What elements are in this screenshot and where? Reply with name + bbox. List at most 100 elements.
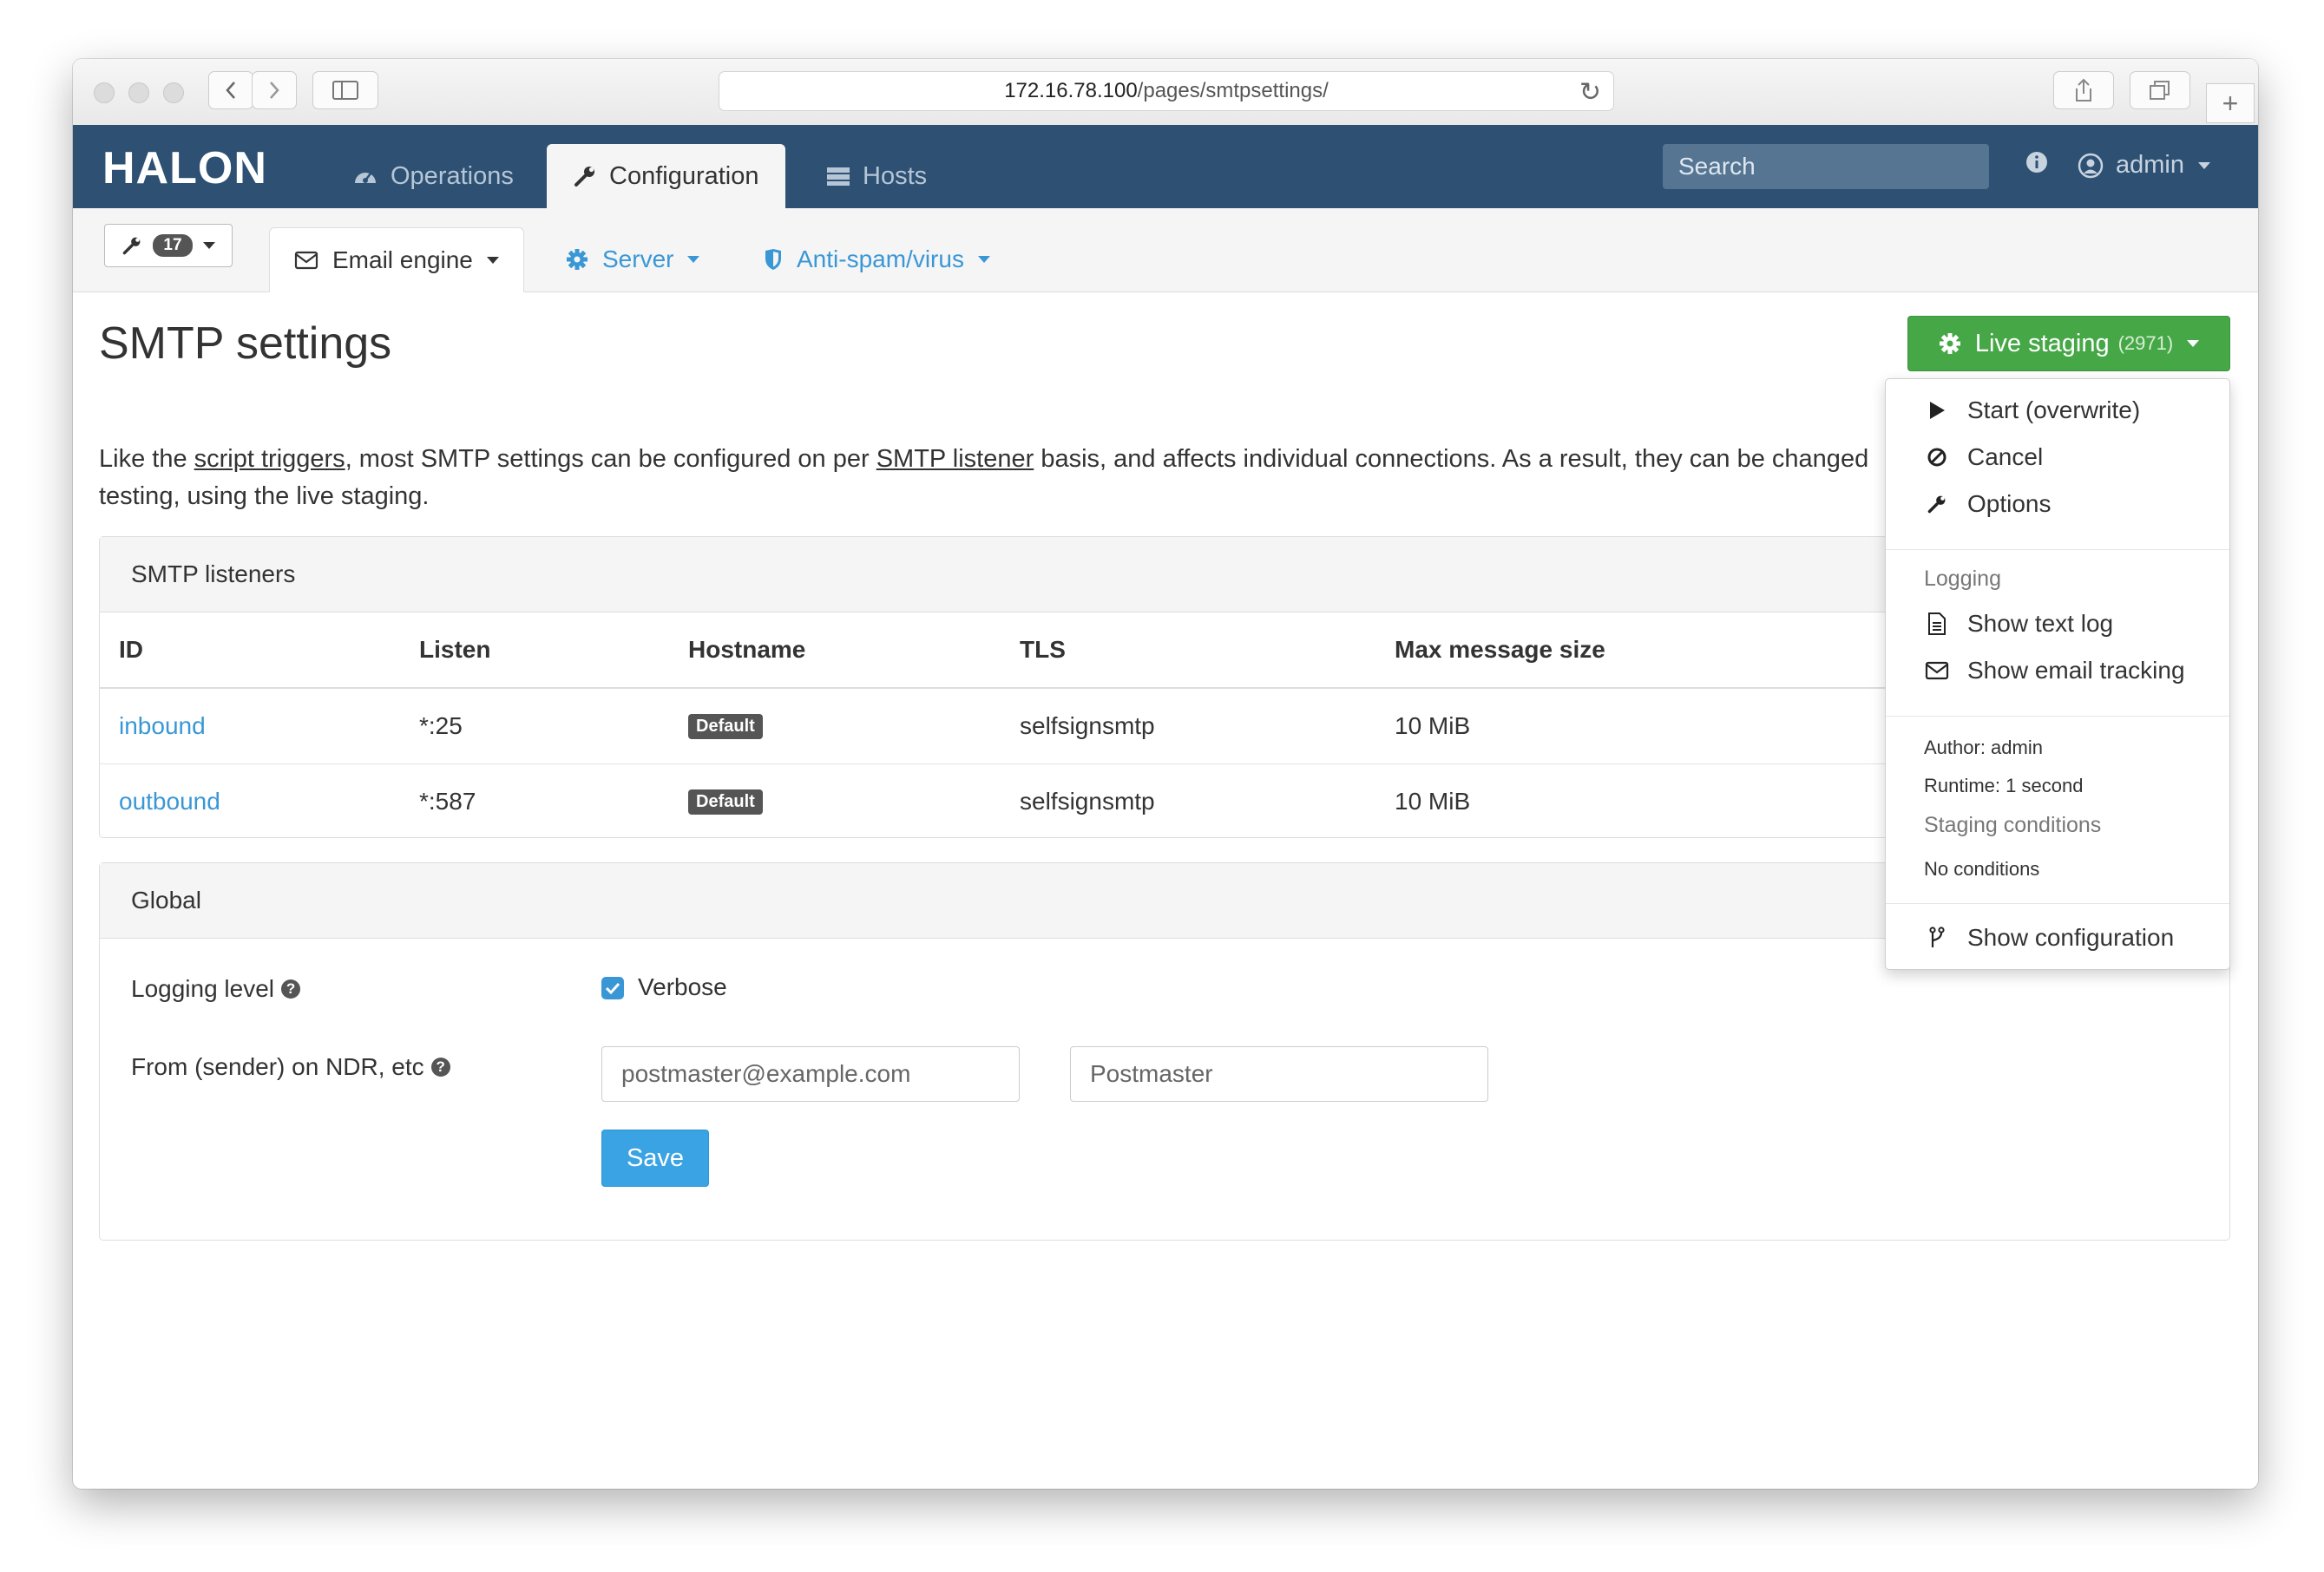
verbose-label[interactable]: Verbose	[638, 973, 727, 1001]
revision-count-badge: 17	[153, 234, 193, 257]
server-icon	[827, 167, 850, 186]
menu-item-label: Show text log	[1967, 610, 2114, 637]
menu-item-start-overwrite[interactable]: Start (overwrite)	[1924, 396, 2140, 424]
hostname-badge: Default	[688, 789, 763, 815]
wrench-icon	[574, 167, 594, 187]
reload-icon[interactable]: ↻	[1579, 77, 1601, 108]
user-icon	[2078, 153, 2104, 178]
listen-cell: *:587	[419, 788, 476, 815]
wrench-icon	[1927, 495, 1946, 514]
sub-tab-anti-spam-virus[interactable]: Anti-spam/virus	[764, 227, 990, 291]
browser-toolbar: 172.16.78.100/pages/smtpsettings/ ↻ +	[73, 59, 2258, 126]
caret-down-icon	[486, 256, 499, 264]
revision-dropdown-button[interactable]: 17	[104, 224, 233, 267]
chevron-right-icon	[270, 82, 279, 99]
menu-item-cancel[interactable]: Cancel	[1924, 443, 2043, 471]
hostname-badge: Default	[688, 713, 763, 739]
label-text: From (sender) on NDR, etc	[131, 1053, 424, 1080]
sub-tab-email-engine[interactable]: Email engine	[269, 227, 524, 292]
caret-down-icon	[977, 256, 990, 263]
forward-button[interactable]	[252, 71, 297, 109]
help-icon[interactable]: ?	[281, 979, 301, 999]
listen-cell: *:25	[419, 712, 463, 739]
sub-tab-label: Email engine	[332, 246, 473, 273]
info-button[interactable]	[2025, 151, 2048, 174]
search-input[interactable]	[1663, 144, 1989, 189]
browser-window: 172.16.78.100/pages/smtpsettings/ ↻ + HA…	[73, 59, 2258, 1489]
label-text: Logging level	[131, 975, 275, 1002]
menu-item-label: Cancel	[1967, 443, 2044, 470]
global-form: Logging level ? Verbose From (sender) on…	[100, 939, 2229, 1241]
close-window-button[interactable]	[94, 82, 115, 103]
code-fork-icon	[1929, 927, 1945, 947]
new-tab-button[interactable]: +	[2206, 83, 2255, 123]
column-header[interactable]: Listen	[419, 612, 490, 687]
envelope-icon	[1925, 661, 1949, 680]
caret-down-icon	[2198, 161, 2210, 169]
intro-text-part: testing, using the live staging.	[99, 482, 430, 510]
url-host: 172.16.78.100	[1004, 79, 1138, 102]
info-icon	[2026, 152, 2047, 173]
minimize-window-button[interactable]	[128, 82, 149, 103]
zoom-window-button[interactable]	[163, 82, 184, 103]
nav-tab-configuration[interactable]: Configuration	[547, 144, 785, 208]
sender-name-input[interactable]	[1070, 1046, 1488, 1102]
staging-runtime: Runtime: 1 second	[1924, 775, 2084, 796]
max-size-cell: 10 MiB	[1395, 788, 1471, 815]
sub-navbar: 17 Email engine Server Anti-spam/virus	[73, 208, 2258, 292]
listener-id-link[interactable]: inbound	[119, 712, 206, 740]
sub-tab-server[interactable]: Server	[566, 227, 700, 291]
staging-conditions-value: No conditions	[1924, 858, 2040, 880]
menu-item-show-text-log[interactable]: Show text log	[1924, 610, 2113, 638]
tls-cell: selfsignsmtp	[1020, 712, 1155, 739]
menu-header-staging-conditions: Staging conditions	[1924, 813, 2102, 837]
share-button[interactable]	[2053, 71, 2114, 109]
save-button[interactable]: Save	[601, 1130, 709, 1187]
document-icon	[1928, 612, 1946, 635]
menu-item-label: Options	[1967, 490, 2052, 517]
sender-email-input[interactable]	[601, 1046, 1020, 1102]
help-icon[interactable]: ?	[430, 1058, 450, 1077]
live-staging-button[interactable]: Live staging (2971)	[1907, 316, 2230, 371]
script-triggers-link[interactable]: script triggers	[194, 445, 345, 473]
menu-item-show-email-tracking[interactable]: Show email tracking	[1924, 657, 2185, 684]
nav-tab-hosts[interactable]: Hosts	[826, 144, 927, 208]
live-staging-menu: Start (overwrite) Cancel Options Logging…	[1885, 378, 2230, 970]
user-menu[interactable]: admin	[2078, 151, 2210, 180]
caret-down-icon	[687, 256, 700, 263]
page-title: SMTP settings	[99, 318, 392, 369]
sub-tab-label: Server	[602, 246, 674, 272]
menu-item-options[interactable]: Options	[1924, 490, 2052, 518]
gear-icon	[1939, 333, 1960, 354]
intro-text-part: basis, and affects individual connection…	[1034, 445, 1869, 473]
column-header[interactable]: Hostname	[688, 612, 805, 687]
checkmark-icon	[605, 982, 620, 994]
live-staging-count: (2971)	[2117, 332, 2174, 354]
envelope-icon	[294, 251, 318, 269]
menu-divider	[1886, 549, 2229, 550]
halon-logo[interactable]: HALON	[102, 142, 267, 194]
staging-author: Author: admin	[1924, 737, 2043, 758]
listener-id-link[interactable]: outbound	[119, 788, 220, 815]
back-button[interactable]	[208, 71, 253, 109]
tabs-overview-button[interactable]	[2130, 71, 2190, 109]
sidebar-icon	[332, 81, 358, 100]
tabs-icon	[2150, 81, 2170, 100]
nav-tab-operations[interactable]: Operations	[352, 144, 514, 208]
tls-cell: selfsignsmtp	[1020, 788, 1155, 815]
live-staging-label: Live staging	[1974, 329, 2110, 357]
column-header[interactable]: ID	[119, 612, 143, 687]
chevron-left-icon	[226, 82, 235, 99]
logging-level-label: Logging level ?	[131, 975, 301, 1003]
menu-item-show-configuration[interactable]: Show configuration	[1924, 924, 2174, 952]
max-size-cell: 10 MiB	[1395, 712, 1471, 739]
column-header[interactable]: Max message size	[1395, 612, 1605, 687]
menu-item-label: Show email tracking	[1967, 657, 2185, 684]
intro-text-part: Like the	[99, 445, 194, 473]
verbose-checkbox[interactable]	[601, 977, 624, 999]
ban-icon	[1927, 448, 1947, 467]
smtp-listener-link[interactable]: SMTP listener	[876, 445, 1034, 473]
sidebar-toggle-button[interactable]	[312, 71, 378, 109]
address-bar[interactable]: 172.16.78.100/pages/smtpsettings/ ↻	[719, 71, 1614, 111]
column-header[interactable]: TLS	[1020, 612, 1066, 687]
